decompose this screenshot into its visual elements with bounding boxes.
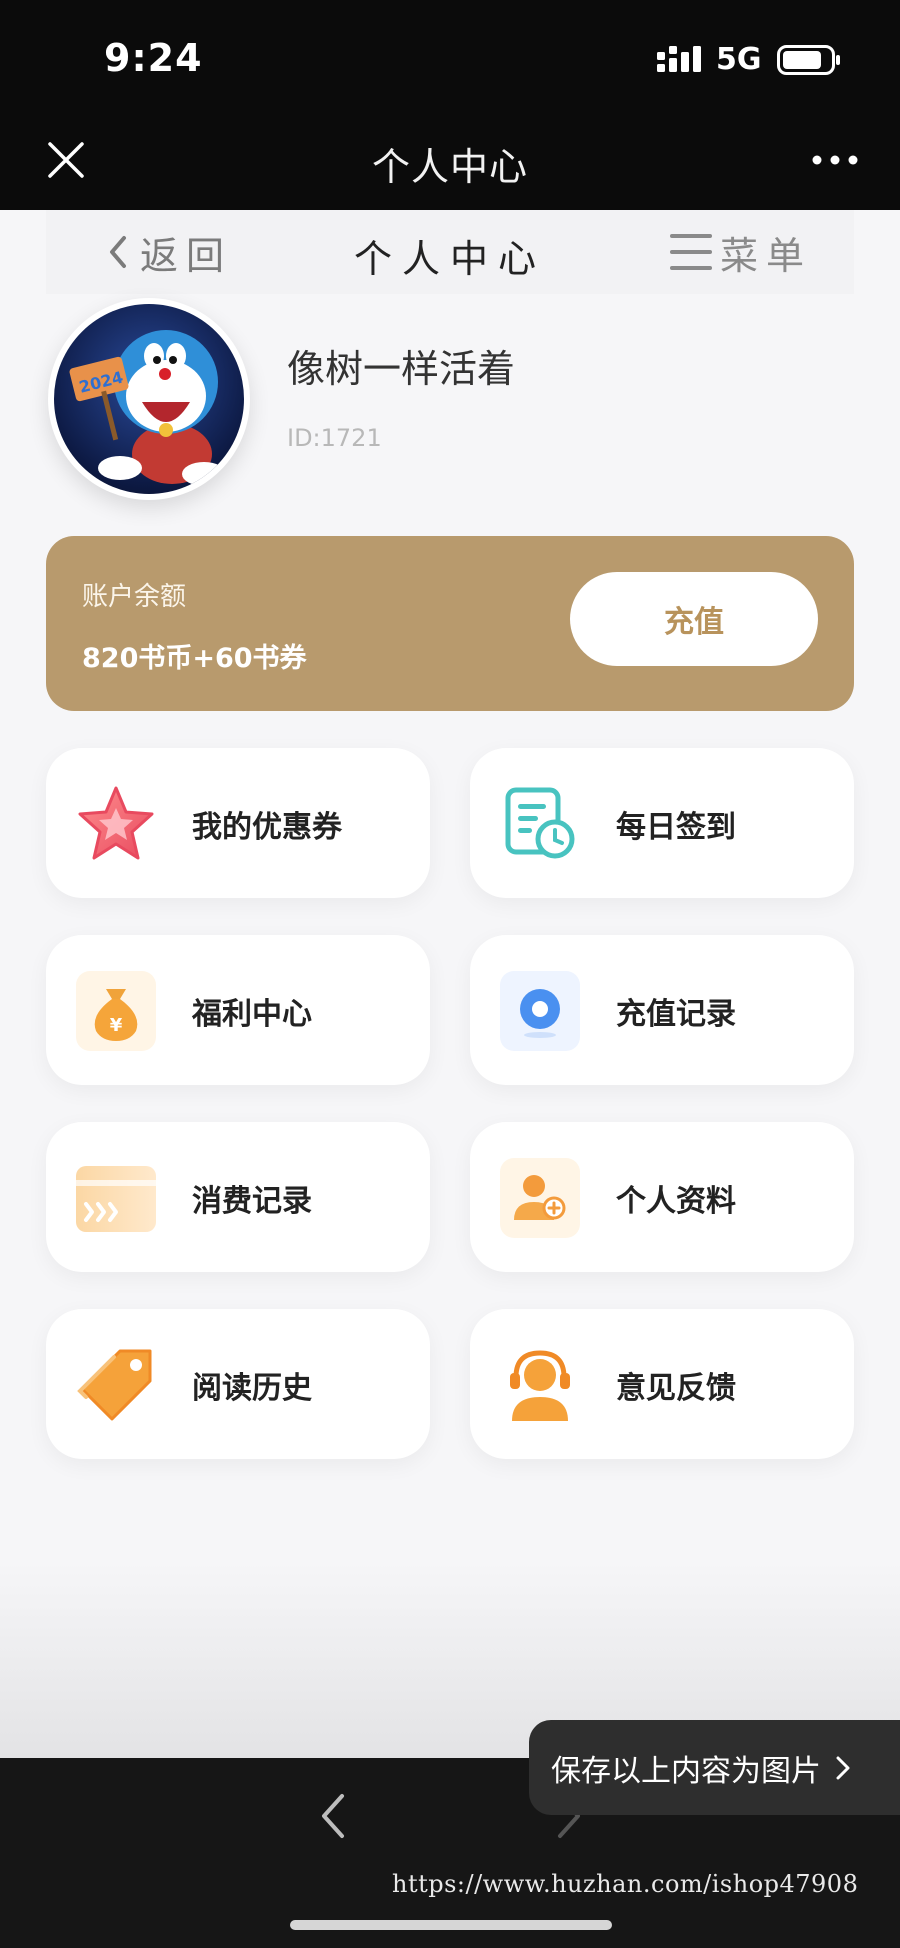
avatar-image: 2024: [54, 304, 244, 494]
battery-icon: [777, 45, 840, 75]
nav-back-icon[interactable]: [318, 1792, 348, 1840]
tile-label: 充值记录: [616, 997, 736, 1032]
balance-card: 账户余额 820书币+60书券 充值: [46, 536, 854, 711]
watermark: https://www.huzhan.com/ishop47908: [392, 1870, 859, 1898]
tile-reading-history[interactable]: 阅读历史: [46, 1309, 430, 1459]
star-icon: [78, 786, 154, 860]
avatar[interactable]: 2024: [48, 298, 250, 500]
tag-icon: [77, 1349, 152, 1421]
balance-label: 账户余额: [82, 582, 187, 612]
cartoon-cat-avatar-icon: 2024: [69, 330, 226, 486]
menu-button[interactable]: 菜单: [668, 228, 812, 278]
tile-label: 每日签到: [616, 810, 736, 845]
tile-label: 阅读历史: [192, 1371, 312, 1406]
save-toast-label: 保存以上内容为图片: [551, 1753, 821, 1789]
tile-label: 消费记录: [192, 1184, 312, 1219]
signal-icon: [657, 46, 701, 72]
tile-label: 个人资料: [616, 1184, 736, 1219]
recharge-button[interactable]: 充值: [570, 572, 818, 666]
tile-feedback[interactable]: 意见反馈: [470, 1309, 854, 1459]
user-add-icon: [500, 1158, 580, 1238]
tile-spending-records[interactable]: 消费记录: [46, 1122, 430, 1272]
page-header: 返回 个人中心 菜单: [46, 210, 854, 294]
tile-label: 意见反馈: [616, 1371, 736, 1406]
username: 像树一样活着: [287, 347, 516, 391]
tile-coupons[interactable]: 我的优惠券: [46, 748, 430, 898]
tile-profile-info[interactable]: 个人资料: [470, 1122, 854, 1272]
tile-label: 福利中心: [192, 997, 312, 1032]
calendar-clock-icon: [505, 787, 575, 859]
tile-recharge-records[interactable]: 充值记录: [470, 935, 854, 1085]
tile-daily-checkin[interactable]: 每日签到: [470, 748, 854, 898]
tile-welfare-center[interactable]: ¥ 福利中心: [46, 935, 430, 1085]
user-id: ID:1721: [287, 424, 382, 452]
webview-nav: 个人中心: [0, 110, 900, 210]
balance-value: 820书币+60书券: [82, 643, 307, 674]
svg-text:¥: ¥: [110, 1015, 123, 1036]
status-time: 9:24: [104, 36, 203, 80]
card-icon: [76, 1166, 156, 1232]
tile-label: 我的优惠券: [192, 810, 342, 845]
money-bag-icon: ¥: [76, 971, 156, 1051]
headset-icon: [510, 1350, 570, 1421]
coin-icon: [500, 971, 580, 1051]
home-indicator[interactable]: [290, 1920, 612, 1930]
chevron-right-icon: [836, 1756, 850, 1779]
hamburger-icon: [670, 234, 712, 270]
status-bar: 9:24 5G: [0, 0, 900, 110]
more-icon[interactable]: [812, 154, 858, 166]
menu-label: 菜单: [720, 233, 813, 278]
webview-title: 个人中心: [371, 145, 528, 189]
save-as-image-button[interactable]: 保存以上内容为图片: [529, 1720, 900, 1815]
network-type: 5G: [716, 42, 762, 77]
